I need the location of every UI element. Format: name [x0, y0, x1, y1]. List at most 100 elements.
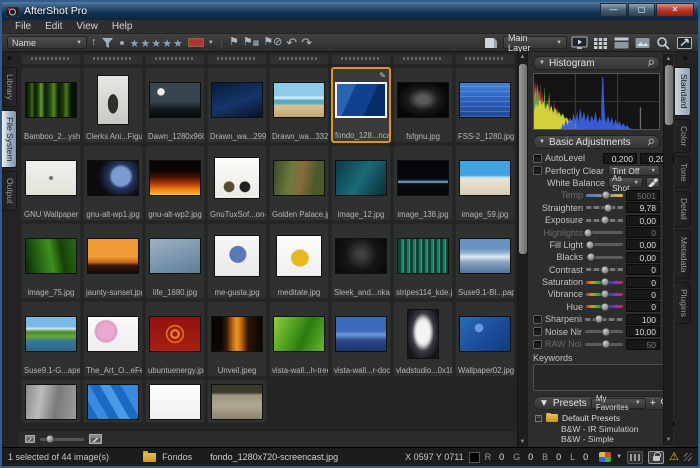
magnifier-icon[interactable]	[655, 36, 672, 50]
no-rating-dot-icon[interactable]	[120, 41, 124, 45]
histogram-header[interactable]: ▼ Histogram ⚲	[533, 56, 660, 70]
thumbnail-cell[interactable]: Wallpaper02.jpg	[455, 301, 515, 377]
value-input[interactable]: 10,00	[626, 326, 660, 337]
thumbnail-cell[interactable]: Drawn_wa...299_.jpg	[207, 67, 267, 143]
current-folder-name[interactable]: Fondos	[162, 452, 192, 462]
thumbnail-cell[interactable]: The_Art_O...eFear.jpg	[83, 301, 143, 377]
thumbnail-cell[interactable]	[21, 379, 81, 423]
chevron-down-icon[interactable]: ▼	[616, 454, 622, 460]
menu-edit[interactable]: Edit	[38, 21, 69, 32]
slider-handle[interactable]	[585, 240, 594, 249]
thumbnail-cell-partial[interactable]	[331, 54, 391, 65]
thumbnail-cell[interactable]: gnu-alt-wp2.jpg	[145, 145, 205, 221]
collapse-triangle-icon[interactable]: ▼	[539, 60, 545, 66]
eyedropper-button[interactable]	[646, 177, 660, 188]
panel-tab-plugins[interactable]: Plugins	[675, 282, 691, 324]
thumbnail-cell[interactable]: image_138.jpg	[393, 145, 453, 221]
thumbnail-cell[interactable]: jaunty-sunset.jpg	[83, 223, 143, 299]
thumbnail-cell[interactable]: stripes114_kde.jpg	[393, 223, 453, 299]
image-view-icon[interactable]	[634, 36, 651, 50]
thumbnail-cell-partial[interactable]	[269, 54, 329, 65]
sort-by-dropdown[interactable]: Name ▼	[7, 36, 87, 49]
checkbox[interactable]	[533, 154, 542, 163]
slider-handle[interactable]	[600, 265, 609, 274]
large-thumbnail-icon[interactable]	[89, 434, 102, 444]
value-input[interactable]: 0,200	[603, 153, 637, 164]
rotate-left-icon[interactable]: ↶	[286, 36, 297, 49]
thumbnail-cell[interactable]: Dawn_1280x960.jpg	[145, 67, 205, 143]
thumbnail-cell[interactable]: meditate.jpg	[269, 223, 329, 299]
thumbnail-cell[interactable]: ✎fondo_128...ncast.jpg	[331, 67, 391, 143]
sidebar-tab-library[interactable]: Library	[2, 67, 17, 107]
thumbnail-cell[interactable]: fsfgnu.jpg	[393, 67, 453, 143]
lock-icon[interactable]	[648, 451, 664, 464]
slider-handle[interactable]	[604, 203, 613, 212]
basic-adjustments-header[interactable]: ▼ Basic Adjustments ⚲	[533, 135, 660, 149]
thumbnail-cell[interactable]: Bamboo_2...ysha.jpg	[21, 67, 81, 143]
slider-handle[interactable]	[587, 253, 596, 262]
menu-help[interactable]: Help	[105, 21, 140, 32]
close-button[interactable]: ✕	[656, 3, 694, 17]
menu-file[interactable]: File	[8, 21, 38, 32]
noise-ninja-slider[interactable]	[585, 330, 623, 333]
slider-handle[interactable]	[595, 315, 604, 324]
flag-picked-icon[interactable]: ⚑▦	[243, 37, 260, 48]
thumbnail-cell[interactable]: image_12.jpg	[331, 145, 391, 221]
panel-tab-color[interactable]: Color	[675, 119, 691, 153]
thumbnail-cell[interactable]	[145, 379, 205, 423]
hue-slider[interactable]	[586, 305, 623, 308]
pin-icon[interactable]: ⚲	[645, 136, 656, 147]
thumbnail-cell[interactable]: vladstudio...0x1024.jpg	[393, 301, 453, 377]
star-icon[interactable]: ★	[130, 38, 141, 50]
collapse-right-panel-icon[interactable]: ▶	[674, 52, 698, 64]
thumbnail-cell[interactable]: GnuTuxSof...on-v1.jpg	[207, 145, 267, 221]
thumbnail-cell-partial[interactable]	[455, 54, 515, 65]
thumbnail-cell[interactable]: life_1680.jpg	[145, 223, 205, 299]
thumbnail-cell[interactable]: GNU Wallpaper 2.jpg	[21, 145, 81, 221]
slider-handle[interactable]	[600, 290, 609, 299]
highlights-slider[interactable]	[586, 231, 623, 234]
panel-tab-detail[interactable]: Detail	[675, 191, 691, 227]
value-input[interactable]: 0,00	[626, 252, 660, 263]
panel-scrollbar-thumb[interactable]	[665, 65, 673, 125]
thumbnail-cell-partial[interactable]	[393, 54, 453, 65]
thumbnail-cell[interactable]	[83, 379, 143, 423]
small-thumbnail-icon[interactable]	[25, 435, 35, 443]
slider-handle[interactable]	[584, 228, 593, 237]
value-input[interactable]: 0	[626, 277, 660, 288]
layers-icon[interactable]	[482, 36, 499, 50]
value-input[interactable]: 9,78	[626, 202, 660, 213]
thumbnail-cell[interactable]: me-gusta.jpg	[207, 223, 267, 299]
checkbox[interactable]	[533, 340, 542, 349]
presets-header[interactable]: ▼ Presets My Favorites ▼ + ⚲	[533, 396, 668, 410]
thumbnail-cell[interactable]: Drawn_wa...332_.jpg	[269, 67, 329, 143]
maximize-button[interactable]: ▢	[628, 3, 655, 17]
thumbnail-cell[interactable]: vista-wall...h-tree.jpg	[269, 301, 329, 377]
rotate-right-icon[interactable]: ↷	[301, 36, 312, 49]
dropdown[interactable]: As Shot▼	[608, 177, 643, 188]
color-label-chevron-icon[interactable]: ▼	[208, 40, 214, 46]
thumbnail-cell[interactable]: Clerks Ani...Figure.jpg	[83, 67, 143, 143]
thumbnail-cell[interactable]: image_75.jpg	[21, 223, 81, 299]
collapse-expander-icon[interactable]: −	[535, 415, 542, 422]
raw-noise-slider[interactable]	[585, 343, 623, 346]
slider-handle[interactable]	[600, 278, 609, 287]
temp-slider[interactable]	[586, 194, 623, 197]
menu-view[interactable]: View	[69, 21, 105, 32]
checkbox[interactable]	[533, 166, 542, 175]
slider-handle[interactable]	[601, 327, 610, 336]
minimize-button[interactable]: —	[600, 3, 627, 17]
fullscreen-icon[interactable]	[676, 36, 693, 50]
value-input[interactable]: 0	[626, 264, 660, 275]
preset-folder[interactable]: −Default Presets	[535, 413, 668, 424]
star-icon[interactable]: ★	[173, 38, 184, 50]
thumbnail-cell[interactable]: gnu-alt-wp1.jpg	[83, 145, 143, 221]
pin-icon[interactable]: ⚲	[645, 57, 656, 68]
star-icon[interactable]: ★	[140, 38, 151, 50]
warning-icon[interactable]: ⚠	[669, 452, 679, 463]
flag-rejected-icon[interactable]: ⚑⊘	[263, 37, 282, 48]
value-input[interactable]: 0	[626, 301, 660, 312]
presets-favorites-dropdown[interactable]: My Favorites ▼	[591, 398, 646, 409]
preset-item[interactable]: B&W - IR Simulation	[535, 424, 668, 435]
keywords-input[interactable]	[533, 364, 668, 391]
